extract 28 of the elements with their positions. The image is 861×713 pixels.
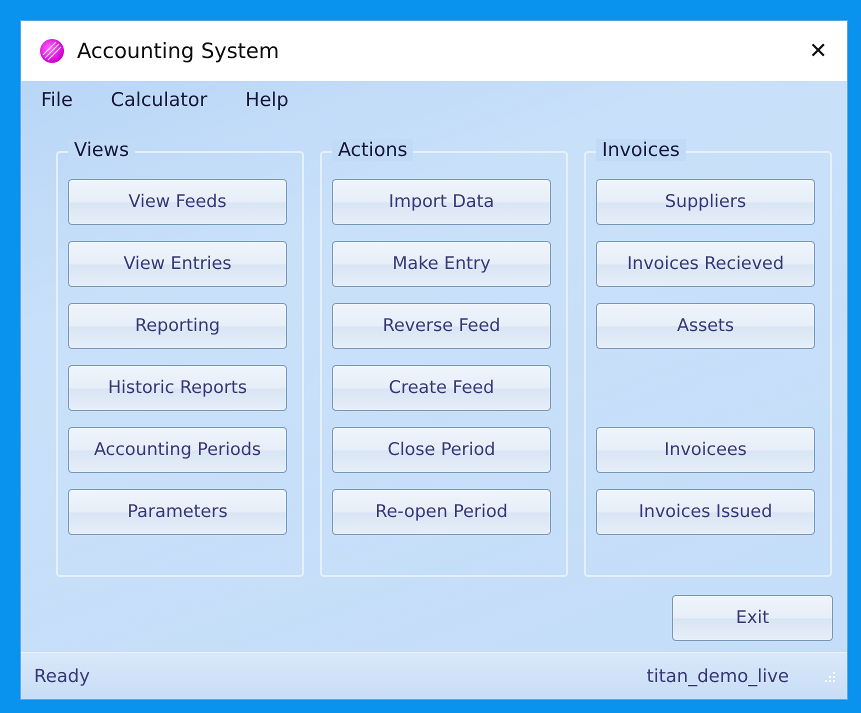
action-button[interactable]: Invoices Issued [596,489,815,535]
status-text: Ready [34,666,90,686]
action-button[interactable]: Import Data [332,179,551,225]
menu-item[interactable]: Calculator [110,89,208,121]
action-button[interactable]: Accounting Periods [68,427,287,473]
group-title: Actions [332,139,414,161]
action-button[interactable]: View Entries [68,241,287,287]
action-button[interactable]: Reverse Feed [332,303,551,349]
window-title: Accounting System [77,39,280,63]
action-button[interactable]: Assets [596,303,815,349]
action-button[interactable]: Reporting [68,303,287,349]
database-name: titan_demo_live [646,666,789,686]
action-button[interactable]: Suppliers [596,179,815,225]
action-button[interactable]: Invoicees [596,427,815,473]
action-button[interactable]: Make Entry [332,241,551,287]
action-button[interactable]: Re-open Period [332,489,551,535]
app-logo-icon [37,36,67,66]
menu-item[interactable]: Help [245,89,289,121]
action-button[interactable]: Create Feed [332,365,551,411]
group-title: Invoices [596,139,686,161]
close-button[interactable]: ✕ [805,38,831,64]
menu-item[interactable]: File [41,89,73,121]
action-button[interactable]: View Feeds [68,179,287,225]
action-button[interactable]: Parameters [68,489,287,535]
action-button[interactable]: Historic Reports [68,365,287,411]
action-button[interactable]: Close Period [332,427,551,473]
exit-button[interactable]: Exit [672,595,833,641]
action-button[interactable]: Invoices Recieved [596,241,815,287]
